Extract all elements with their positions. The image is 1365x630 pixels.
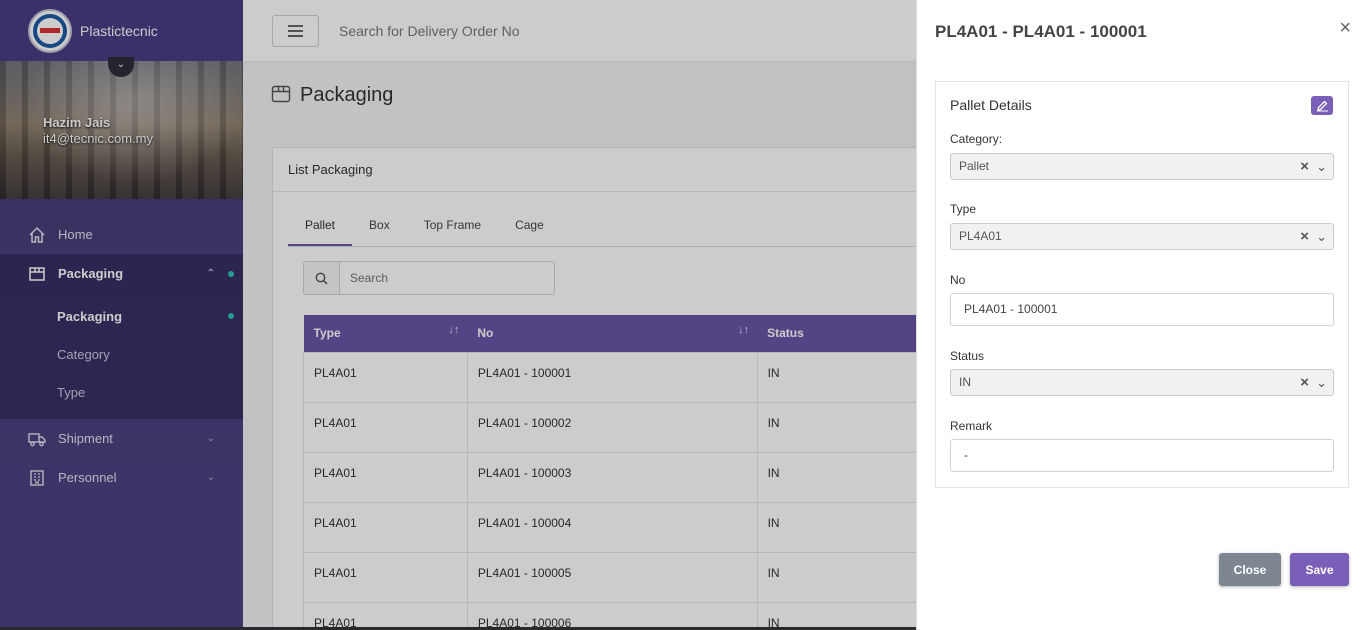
no-label: No (950, 273, 966, 287)
close-icon[interactable]: × (1339, 18, 1351, 38)
remark-label: Remark (950, 419, 993, 433)
category-value: Pallet (959, 159, 990, 173)
edit-button[interactable] (1311, 96, 1333, 115)
type-select[interactable]: PL4A01 × ⌄ (950, 223, 1334, 250)
category-select[interactable]: Pallet × ⌄ (950, 153, 1334, 180)
status-label: Status (950, 349, 985, 363)
category-label: Category: (950, 132, 1003, 146)
pallet-details-card: Pallet Details Category: Pallet × ⌄ Type… (935, 81, 1349, 488)
card-title: Pallet Details (950, 97, 1032, 113)
clear-icon[interactable]: × (1300, 154, 1309, 179)
chevron-down-icon[interactable]: ⌄ (1316, 154, 1327, 179)
panel-title: PL4A01 - PL4A01 - 100001 (935, 22, 1147, 41)
type-value: PL4A01 (959, 229, 1002, 243)
close-button[interactable]: Close (1219, 553, 1281, 586)
edit-icon (1316, 100, 1328, 112)
detail-panel: PL4A01 - PL4A01 - 100001 × Pallet Detail… (916, 0, 1365, 630)
clear-icon[interactable]: × (1300, 370, 1309, 395)
no-field[interactable]: PL4A01 - 100001 (950, 293, 1334, 326)
chevron-down-icon[interactable]: ⌄ (1316, 224, 1327, 249)
save-button[interactable]: Save (1290, 553, 1349, 586)
modal-backdrop[interactable] (0, 0, 916, 630)
type-label: Type (950, 202, 977, 216)
clear-icon[interactable]: × (1300, 224, 1309, 249)
status-select[interactable]: IN × ⌄ (950, 369, 1334, 396)
chevron-down-icon[interactable]: ⌄ (1316, 370, 1327, 395)
remark-field[interactable]: - (950, 439, 1334, 472)
status-value: IN (959, 375, 971, 389)
